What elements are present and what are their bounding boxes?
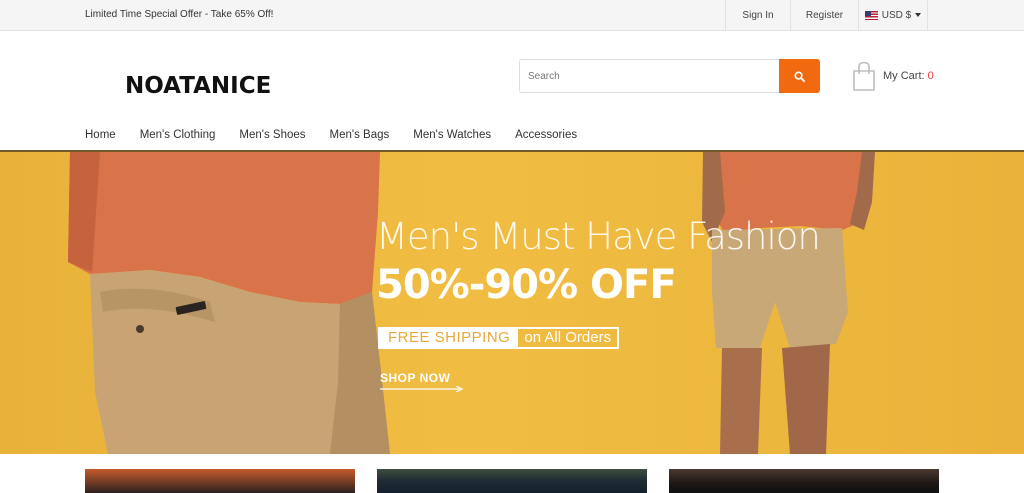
- main-nav: Home Men's Clothing Men's Shoes Men's Ba…: [85, 129, 577, 141]
- register-link[interactable]: Register: [790, 0, 858, 30]
- free-shipping-badge: FREE SHIPPING on All Orders: [378, 327, 620, 349]
- sign-in-link[interactable]: Sign In: [725, 0, 790, 30]
- category-thumbnail[interactable]: [669, 469, 939, 493]
- nav-item-accessories[interactable]: Accessories: [515, 129, 577, 141]
- nav-item-mens-bags[interactable]: Men's Bags: [330, 129, 390, 141]
- free-shipping-label: FREE SHIPPING: [380, 329, 519, 347]
- cart-button[interactable]: My Cart: 0: [852, 61, 934, 91]
- cart-count: 0: [927, 70, 934, 82]
- category-thumbnail[interactable]: [85, 469, 355, 493]
- search-icon: [794, 70, 805, 82]
- chevron-down-icon: [915, 13, 922, 17]
- promo-text: Limited Time Special Offer - Take 65% Of…: [85, 9, 274, 20]
- currency-label: USD $: [881, 9, 912, 21]
- currency-selector[interactable]: USD $: [858, 0, 928, 30]
- account-links: Sign In Register USD $: [725, 0, 928, 30]
- nav-item-mens-clothing[interactable]: Men's Clothing: [140, 129, 216, 141]
- hero-banner[interactable]: Men's Must Have Fashion 50%-90% OFF FREE…: [0, 152, 1024, 454]
- us-flag-icon: [864, 10, 878, 20]
- site-logo[interactable]: NOATANICE: [125, 73, 271, 99]
- hero-sale-text: 50%-90% OFF: [376, 262, 677, 308]
- cart-label: My Cart: 0: [883, 70, 934, 82]
- category-thumbnail[interactable]: [377, 469, 647, 493]
- all-orders-label: on All Orders: [524, 329, 612, 346]
- hero-title: Men's Must Have Fashion: [376, 215, 821, 258]
- search-bar: [519, 59, 820, 93]
- search-input[interactable]: [519, 59, 779, 93]
- shop-now-link[interactable]: SHOP NOW: [380, 371, 450, 385]
- nav-item-home[interactable]: Home: [85, 129, 116, 141]
- top-bar: Limited Time Special Offer - Take 65% Of…: [0, 0, 1024, 31]
- shopping-bag-icon: [853, 61, 875, 91]
- nav-item-mens-shoes[interactable]: Men's Shoes: [239, 129, 305, 141]
- nav-item-mens-watches[interactable]: Men's Watches: [413, 129, 491, 141]
- search-button[interactable]: [779, 59, 820, 93]
- arrow-right-icon: [380, 386, 464, 392]
